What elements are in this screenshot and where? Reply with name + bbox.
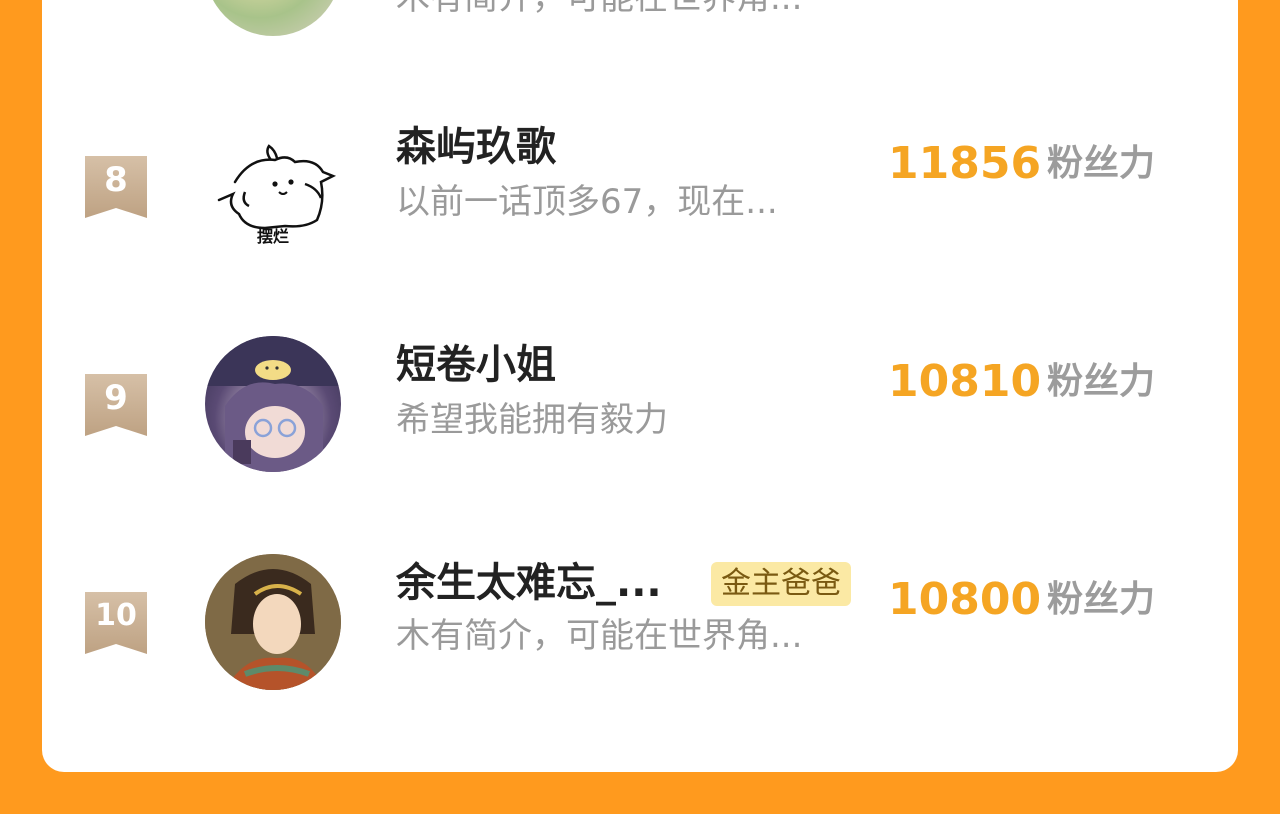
ranking-row[interactable]: 8 摆烂 森屿玖歌 以前一话顶多67，现在... 11856 粉丝力 [42, 124, 1238, 308]
user-bio: 木有简介，可能在世界角... [396, 616, 803, 656]
rank-number: 8 [104, 160, 128, 200]
rank-number: 9 [104, 378, 128, 418]
fan-power-score: 11856 [888, 138, 1042, 189]
ribbon-badge-icon: 8 [85, 156, 147, 218]
avatar-caption: 摆烂 [257, 227, 289, 246]
user-avatar[interactable] [205, 554, 341, 690]
ribbon-badge-icon: 9 [85, 374, 147, 436]
user-bio: 以前一话顶多67，现在... [396, 182, 778, 222]
user-bio: 木有简介，可能在世界角... [396, 0, 802, 20]
fan-power-unit: 粉丝力 [1047, 143, 1156, 184]
user-avatar[interactable] [205, 0, 341, 36]
sponsor-tag: 金主爸爸 [711, 562, 851, 606]
ranking-row[interactable]: 10 余生太难忘_... 金主爸爸 木有简介，可能在世界角... 10800 粉… [42, 554, 1238, 742]
fan-power-score: 10800 [888, 574, 1042, 625]
user-name: 森屿玖歌 [396, 124, 556, 170]
ranking-row[interactable]: 9 短卷小姐 希望我能拥有毅力 10810 粉丝力 [42, 336, 1238, 524]
ribbon-badge-icon: 10 [85, 592, 147, 654]
ancient-style-character-icon [205, 554, 341, 690]
user-avatar[interactable] [205, 336, 341, 472]
ranking-card: 木有简介，可能在世界角... 8 [42, 0, 1238, 772]
fan-power-score: 10810 [888, 356, 1042, 407]
cat-sticker-icon: 摆烂 [217, 144, 337, 246]
ranking-row-partial[interactable]: 木有简介，可能在世界角... [42, 0, 1238, 60]
fan-power-unit: 粉丝力 [1047, 361, 1156, 402]
user-avatar[interactable]: 摆烂 [205, 132, 341, 268]
fan-power-unit: 粉丝力 [1047, 579, 1156, 620]
anime-character-icon [205, 336, 341, 472]
user-name: 短卷小姐 [396, 342, 556, 388]
user-name: 余生太难忘_... [396, 560, 662, 606]
user-bio: 希望我能拥有毅力 [396, 400, 668, 440]
rank-number: 10 [95, 598, 137, 633]
